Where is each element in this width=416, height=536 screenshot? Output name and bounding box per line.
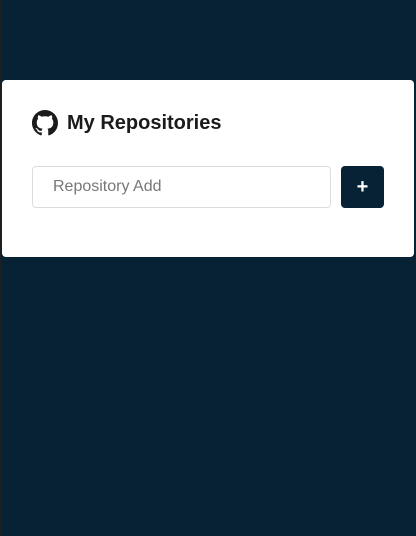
window-edge <box>0 0 2 536</box>
card-header: My Repositories <box>32 110 384 136</box>
repository-input[interactable] <box>32 166 331 208</box>
add-repository-button[interactable]: + <box>341 166 384 208</box>
page-title: My Repositories <box>67 112 222 134</box>
add-repository-form: + <box>32 166 384 208</box>
page-background: My Repositories + <box>0 0 416 536</box>
repositories-card: My Repositories + <box>2 80 414 257</box>
github-icon <box>32 110 58 136</box>
